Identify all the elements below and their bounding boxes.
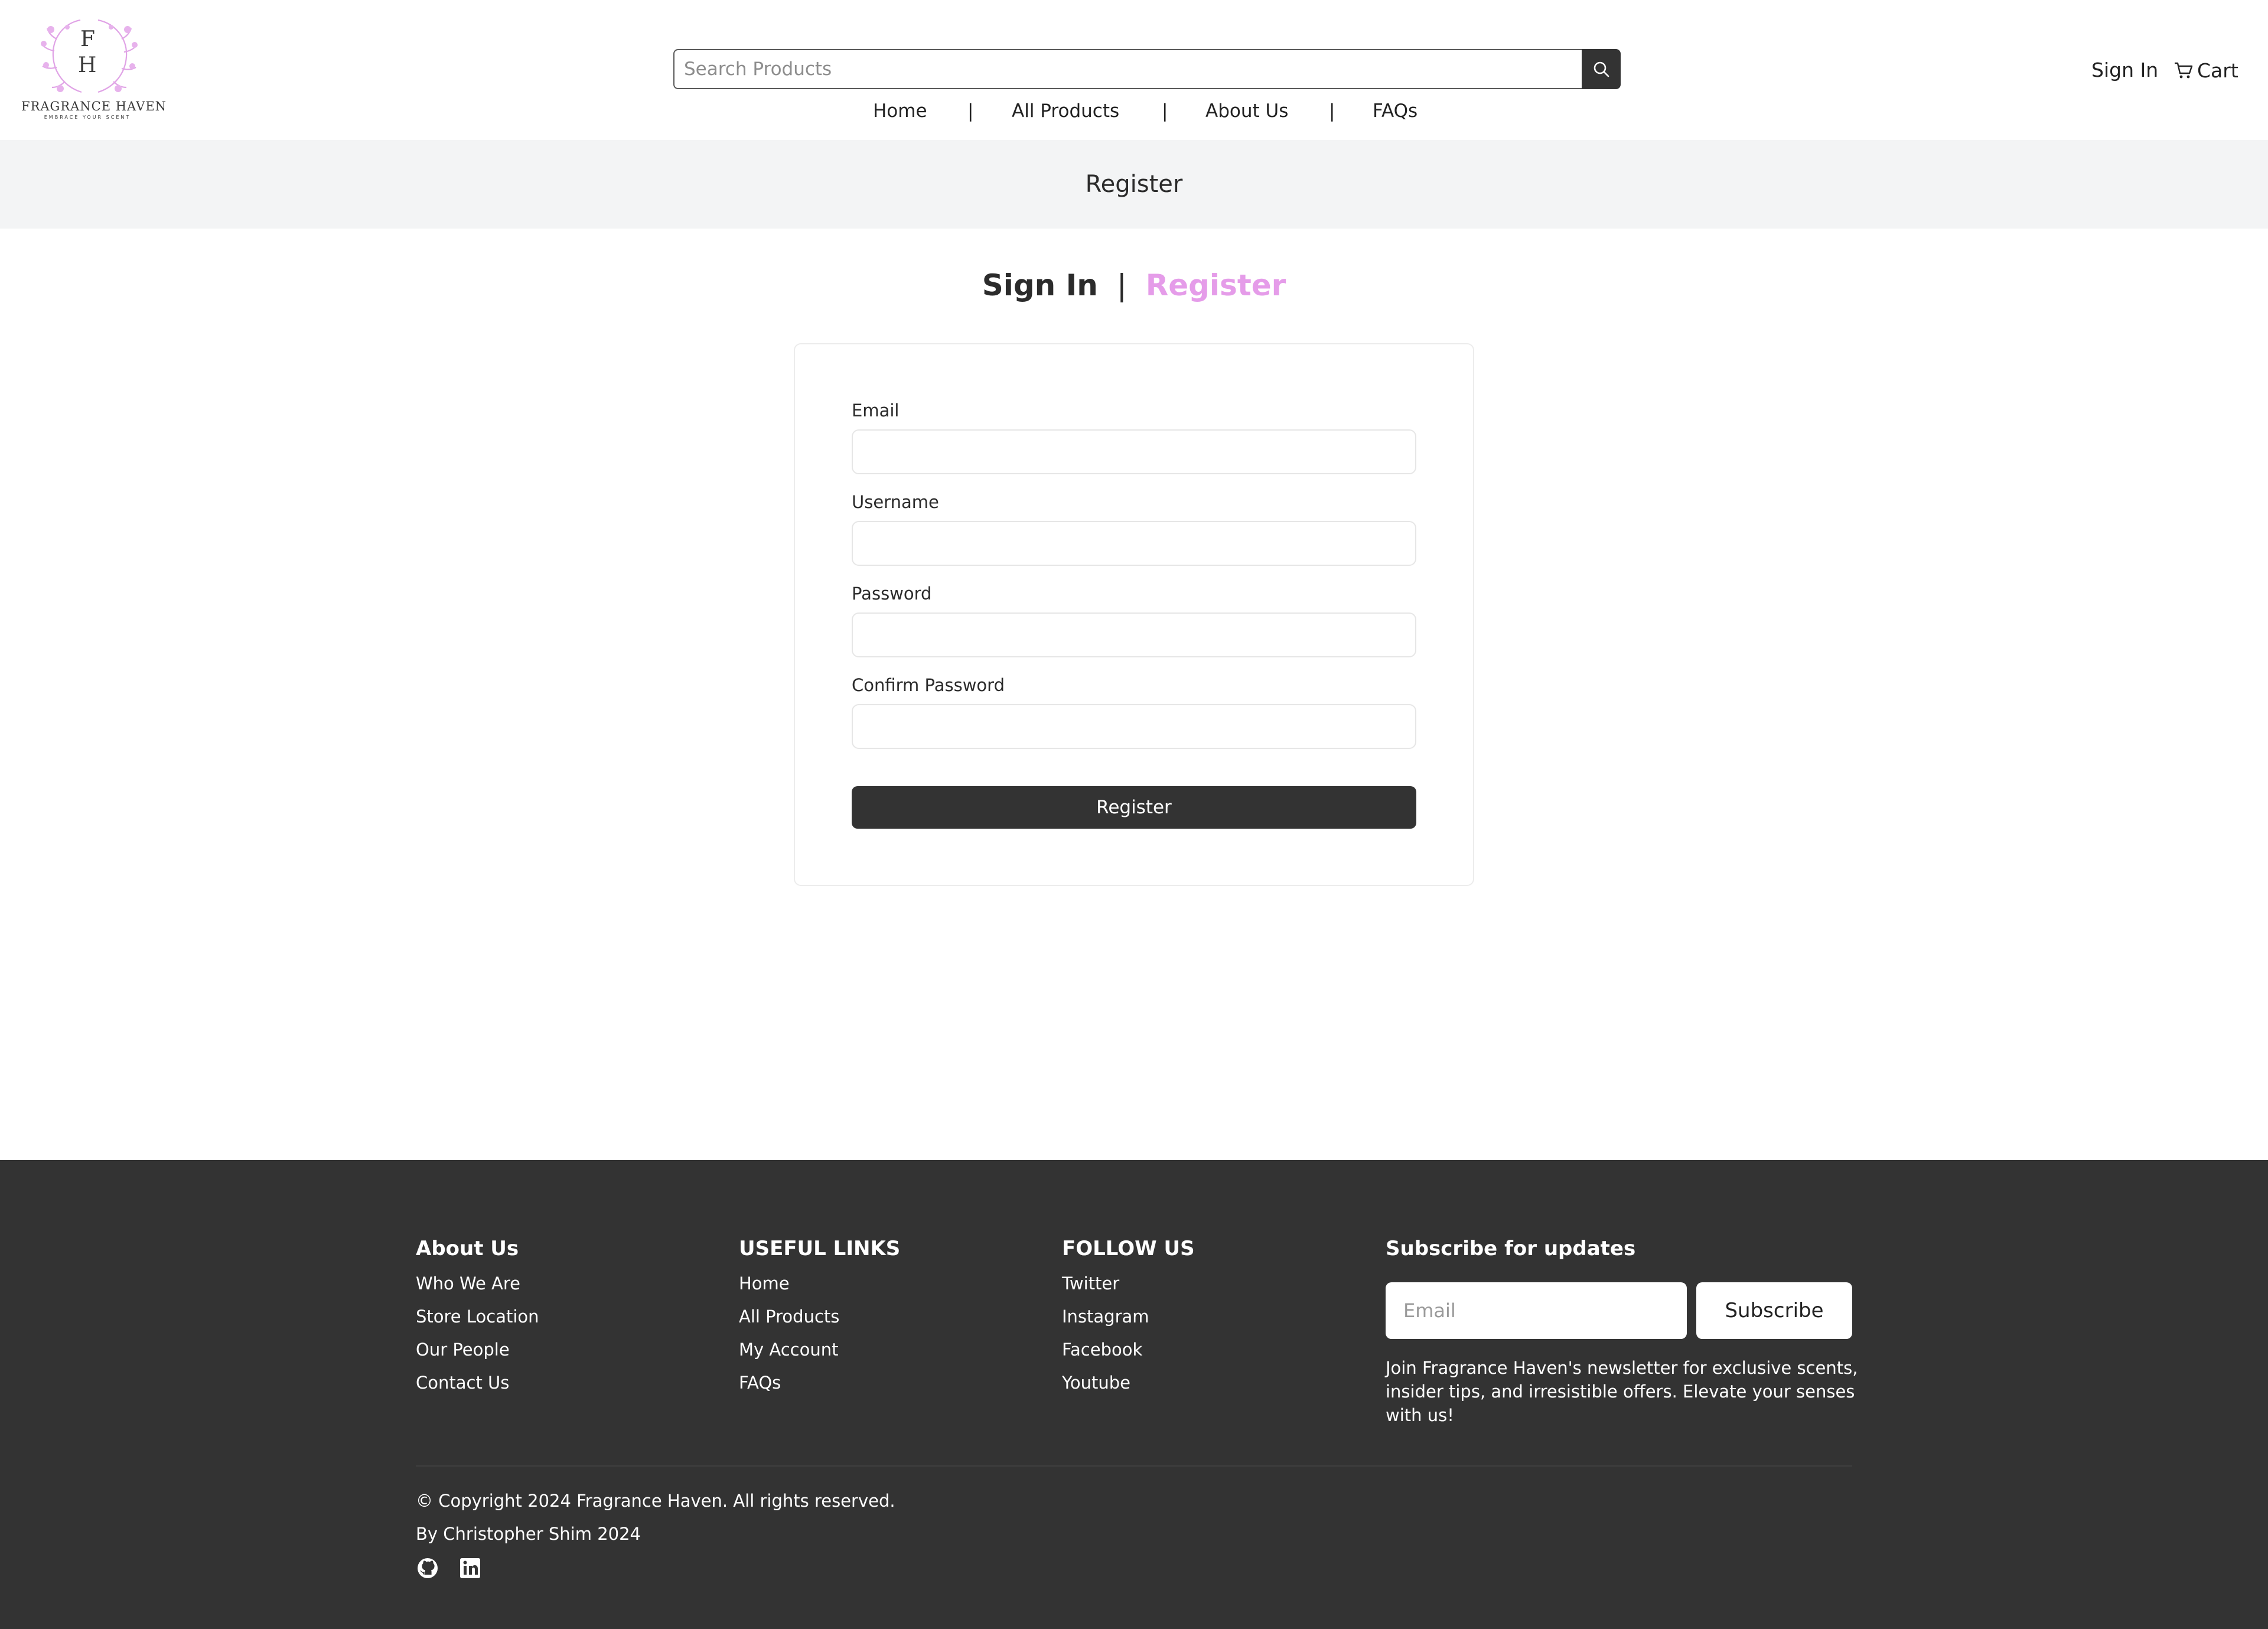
site-header: F H FRAGRANCE HAVEN EMBRACE YOUR SCENT H… — [0, 0, 2268, 140]
register-button[interactable]: Register — [852, 786, 1416, 829]
auth-switch: Sign In | Register — [0, 265, 2268, 306]
footer-link-home[interactable]: Home — [739, 1273, 790, 1294]
page-title: Register — [1085, 171, 1183, 198]
password-label: Password — [852, 584, 932, 604]
nav-separator: | — [1329, 100, 1335, 122]
cart-label: Cart — [2197, 58, 2238, 82]
footer-link-twitter[interactable]: Twitter — [1062, 1273, 1119, 1294]
logo-letter-f: F — [80, 27, 95, 51]
confirm-password-label: Confirm Password — [852, 675, 1005, 695]
linkedin-icon[interactable] — [458, 1556, 482, 1580]
newsletter-description: Join Fragrance Haven's newsletter for ex… — [1386, 1358, 1858, 1425]
cart-link[interactable]: Cart — [2174, 57, 2238, 84]
password-field[interactable] — [852, 612, 1416, 657]
search-input[interactable] — [673, 49, 1583, 89]
nav-all-products[interactable]: All Products — [1012, 97, 1119, 125]
footer-useful-heading: USEFUL LINKS — [739, 1237, 901, 1260]
footer-link-faqs[interactable]: FAQs — [739, 1373, 781, 1393]
footer-link-youtube[interactable]: Youtube — [1062, 1373, 1130, 1393]
site-footer: About Us Who We Are Store Location Our P… — [0, 1160, 2268, 1629]
logo-letter-h: H — [78, 53, 97, 77]
brand-tagline: EMBRACE YOUR SCENT — [44, 115, 131, 120]
email-label: Email — [852, 400, 900, 421]
nav-home[interactable]: Home — [873, 97, 927, 125]
newsletter-email-input[interactable] — [1386, 1282, 1687, 1339]
page-title-band: Register — [0, 140, 2268, 229]
username-label: Username — [852, 492, 939, 512]
footer-divider — [416, 1465, 1852, 1467]
nav-faqs[interactable]: FAQs — [1373, 97, 1418, 125]
footer-link-contact-us[interactable]: Contact Us — [416, 1373, 509, 1393]
confirm-password-field[interactable] — [852, 704, 1416, 749]
brand-logo[interactable]: F H FRAGRANCE HAVEN EMBRACE YOUR SCENT — [21, 15, 167, 124]
search-button[interactable] — [1582, 49, 1621, 89]
github-icon[interactable] — [416, 1556, 439, 1580]
nav-separator: | — [967, 100, 974, 122]
nav-about-us[interactable]: About Us — [1205, 97, 1288, 125]
byline-text: By Christopher Shim 2024 — [416, 1524, 641, 1544]
register-tab[interactable]: Register — [1146, 268, 1286, 302]
header-sign-in-link[interactable]: Sign In — [2091, 57, 2158, 84]
footer-link-all-products[interactable]: All Products — [739, 1307, 839, 1327]
footer-link-our-people[interactable]: Our People — [416, 1340, 510, 1360]
email-field[interactable] — [852, 429, 1416, 474]
register-form-card: Email Username Password Confirm Password… — [794, 343, 1474, 886]
brand-name: FRAGRANCE HAVEN — [21, 99, 167, 113]
footer-link-who-we-are[interactable]: Who We Are — [416, 1273, 520, 1294]
copyright-text: © Copyright 2024 Fragrance Haven. All ri… — [416, 1491, 895, 1511]
nav-separator: | — [1162, 100, 1168, 122]
subscribe-button[interactable]: Subscribe — [1696, 1282, 1852, 1339]
footer-link-instagram[interactable]: Instagram — [1062, 1307, 1149, 1327]
footer-link-facebook[interactable]: Facebook — [1062, 1340, 1142, 1360]
footer-follow-heading: FOLLOW US — [1062, 1237, 1195, 1260]
footer-about-heading: About Us — [416, 1237, 519, 1260]
search-icon — [1594, 61, 1609, 77]
footer-link-store-location[interactable]: Store Location — [416, 1307, 539, 1327]
cart-icon — [2175, 62, 2193, 79]
auth-separator: | — [1116, 268, 1127, 302]
sign-in-tab[interactable]: Sign In — [982, 268, 1098, 302]
username-field[interactable] — [852, 521, 1416, 566]
search-bar — [673, 49, 1621, 89]
footer-subscribe-heading: Subscribe for updates — [1386, 1237, 1636, 1260]
footer-link-my-account[interactable]: My Account — [739, 1340, 839, 1360]
